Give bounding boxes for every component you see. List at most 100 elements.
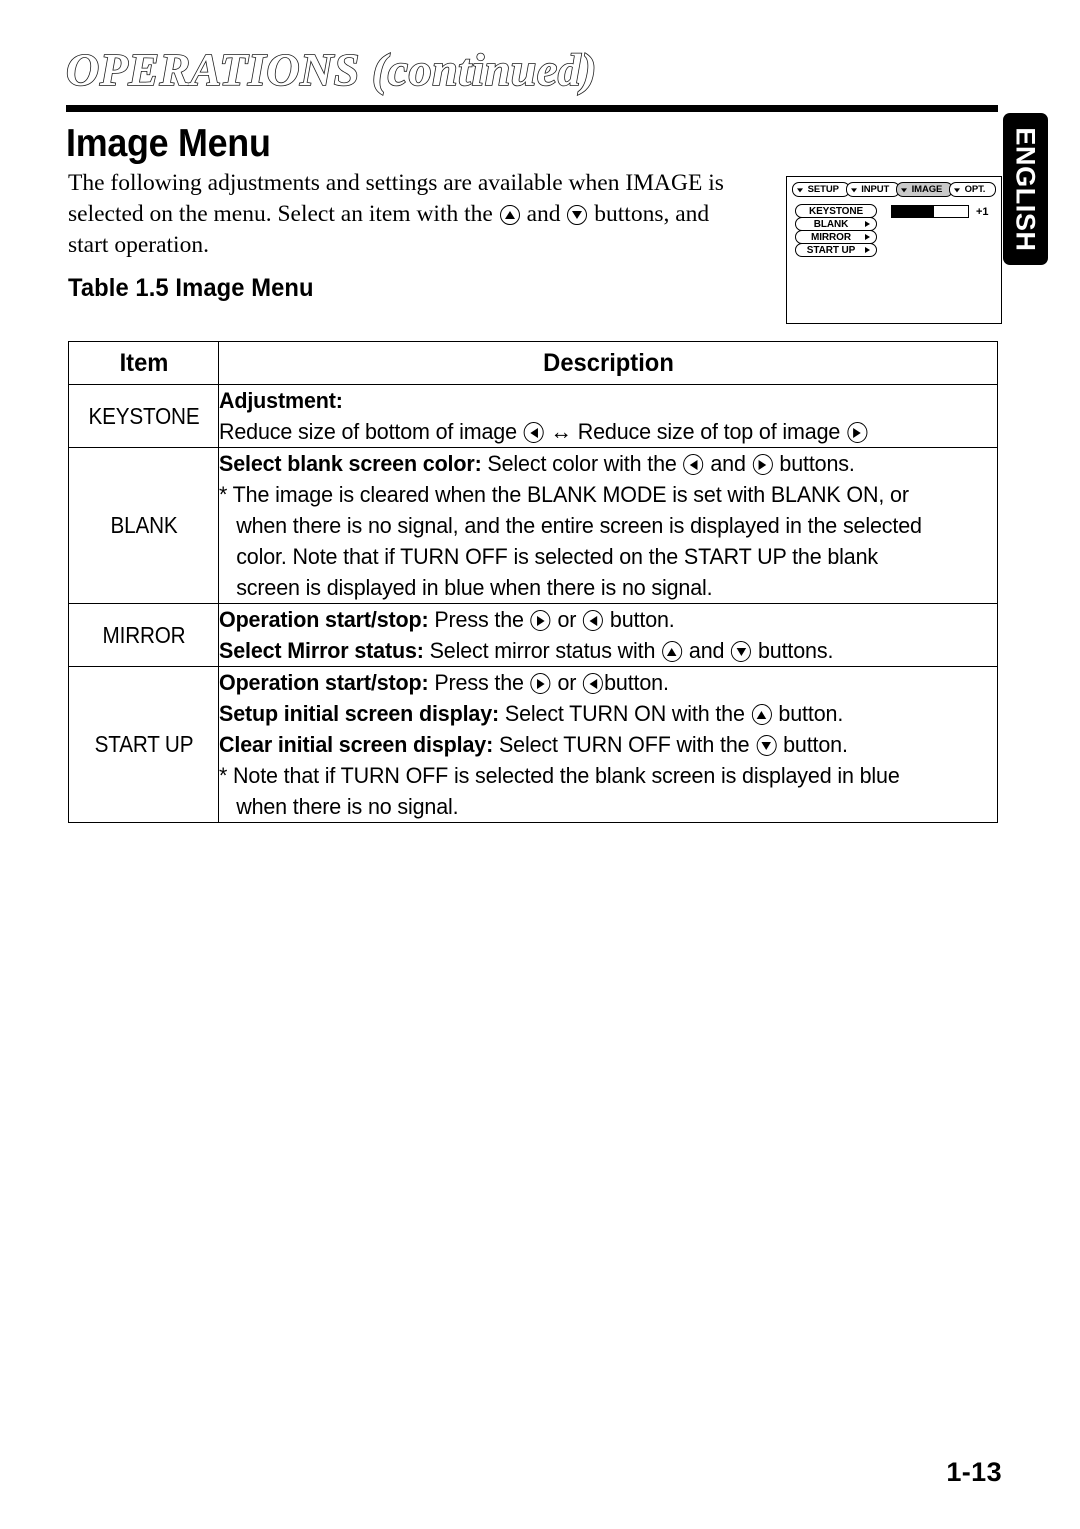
section-heading: Image Menu <box>66 122 271 165</box>
desc-line: color. Note that if TURN OFF is selected… <box>236 544 879 569</box>
osd-item-label: BLANK <box>813 218 849 230</box>
up-arrow-button-icon <box>662 641 683 662</box>
osd-item-keystone: KEYSTONE <box>795 204 877 218</box>
intro-line-2-text-b: and <box>526 201 561 227</box>
desc-text: button. <box>778 701 844 726</box>
intro-line-2: selected on the menu. Select an item wit… <box>68 199 738 230</box>
desc-bold-label: Operation start/stop: <box>219 607 429 632</box>
chevron-right-icon <box>865 234 870 240</box>
osd-tab-setup: SETUP <box>792 182 850 197</box>
desc-line: when there is no signal, and the entire … <box>236 513 922 538</box>
table-header-row: Item Description <box>69 341 998 385</box>
down-arrow-button-icon <box>731 641 752 662</box>
desc-text: Select TURN ON with the <box>504 701 745 726</box>
desc-text: button. <box>604 670 669 695</box>
column-header-description: Description <box>237 341 979 385</box>
chevron-right-icon <box>865 221 870 227</box>
desc-line: when there is no signal. <box>236 794 459 819</box>
table-row: KEYSTONE Adjustment: Reduce size of bott… <box>69 384 998 448</box>
row-item-blank: BLANK <box>75 447 212 604</box>
left-arrow-button-icon <box>583 673 604 694</box>
chevron-down-icon <box>953 187 960 192</box>
desc-line: screen is displayed in blue when there i… <box>236 575 713 600</box>
desc-line: Select Mirror status: Select mirror stat… <box>219 635 962 666</box>
desc-line: Setup initial screen display: Select TUR… <box>219 698 962 729</box>
intro-paragraph: The following adjustments and settings a… <box>68 168 738 261</box>
right-arrow-button-icon <box>530 673 551 694</box>
desc-text: Reduce size of bottom of image <box>219 419 517 444</box>
row-item-mirror: MIRROR <box>75 603 212 667</box>
page-number: 1-13 <box>946 1457 1002 1487</box>
table-row: BLANK Select blank screen color: Select … <box>69 447 998 604</box>
osd-item-blank: BLANK <box>795 217 877 231</box>
row-description-mirror: Operation start/stop: Press the or butto… <box>218 603 998 667</box>
down-arrow-button-icon <box>567 205 588 225</box>
chevron-down-icon <box>850 187 857 192</box>
osd-progress-bar <box>891 205 969 218</box>
desc-text: Select mirror status with <box>429 638 656 663</box>
desc-line: Operation start/stop: Press the or butto… <box>219 667 962 698</box>
osd-progress-value: +1 <box>976 205 989 218</box>
osd-item-mirror: MIRROR <box>795 230 877 244</box>
table-caption: Table 1.5 Image Menu <box>68 274 314 302</box>
image-menu-table: Item Description KEYSTONE Adjustment: Re… <box>68 341 998 823</box>
desc-text: Reduce size of top of image <box>577 419 841 444</box>
row-description-blank: Select blank screen color: Select color … <box>218 447 998 604</box>
desc-line: * The image is cleared when the BLANK MO… <box>219 482 909 507</box>
desc-bold-label: Setup initial screen display: <box>219 701 500 726</box>
down-arrow-button-icon <box>756 735 777 756</box>
desc-text: button. <box>783 732 848 757</box>
up-arrow-button-icon <box>751 704 772 725</box>
desc-text: buttons. <box>779 451 855 476</box>
desc-separator: or <box>557 670 577 695</box>
desc-text: Select TURN OFF with the <box>498 732 750 757</box>
intro-line-2-text-a: selected on the menu. Select an item wit… <box>68 201 493 227</box>
row-description-start-up: Operation start/stop: Press the or butto… <box>218 666 998 823</box>
chapter-title: OPERATIONS (continued) <box>65 44 598 95</box>
title-divider-rule <box>66 105 998 112</box>
right-arrow-button-icon <box>847 422 868 443</box>
desc-text: Press the <box>434 607 524 632</box>
desc-line: Adjustment: <box>219 385 962 416</box>
desc-bold-label: Clear initial screen display: <box>219 732 494 757</box>
osd-menu-illustration: SETUP INPUT IMAGE OPT. KEYSTONE BLANK MI… <box>786 176 1002 324</box>
chevron-down-icon <box>797 187 803 192</box>
desc-bold-label: Select Mirror status: <box>219 638 424 663</box>
right-arrow-button-icon <box>530 610 551 631</box>
osd-tab-label: OPT. <box>964 184 986 195</box>
desc-bold-label: Select blank screen color: <box>219 451 482 476</box>
osd-tab-label: IMAGE <box>911 184 943 195</box>
desc-separator: and <box>710 451 746 476</box>
osd-item-label: MIRROR <box>811 231 851 243</box>
desc-line: Operation start/stop: Press the or butto… <box>219 604 962 635</box>
row-description-keystone: Adjustment: Reduce size of bottom of ima… <box>218 384 998 448</box>
left-arrow-button-icon <box>683 454 704 475</box>
osd-item-label: KEYSTONE <box>808 205 864 217</box>
row-item-keystone: KEYSTONE <box>75 384 212 448</box>
desc-line: Clear initial screen display: Select TUR… <box>219 729 962 760</box>
right-arrow-button-icon <box>752 454 773 475</box>
document-page: OPERATIONS (continued) Image Menu The fo… <box>0 0 1080 1529</box>
osd-progress-bar-fill <box>892 206 934 217</box>
osd-tab-label: SETUP <box>807 184 839 195</box>
desc-text: button. <box>609 607 675 632</box>
column-header-item: Item <box>71 341 216 385</box>
desc-line: Reduce size of bottom of image ↔ Reduce … <box>219 416 962 447</box>
language-side-tab-label: ENGLISH <box>1011 126 1041 252</box>
chevron-right-icon <box>865 247 870 253</box>
intro-line-1: The following adjustments and settings a… <box>68 170 724 196</box>
osd-item-start-up: START UP <box>795 243 877 257</box>
up-arrow-button-icon <box>499 205 520 225</box>
language-side-tab: ENGLISH <box>1003 113 1048 265</box>
desc-separator: or <box>557 607 577 632</box>
osd-tab-bar: SETUP INPUT IMAGE OPT. <box>792 182 996 197</box>
intro-line-2-text-c: buttons, and <box>594 201 710 227</box>
table-row: START UP Operation start/stop: Press the… <box>69 666 998 823</box>
desc-text: buttons. <box>757 638 834 663</box>
desc-line: * Note that if TURN OFF is selected the … <box>219 763 900 788</box>
desc-separator: ↔ <box>550 419 572 444</box>
osd-tab-opt: OPT. <box>948 182 996 197</box>
table-row: MIRROR Operation start/stop: Press the o… <box>69 603 998 667</box>
osd-tab-label: INPUT <box>861 184 890 195</box>
desc-text: Select color with the <box>487 451 677 476</box>
